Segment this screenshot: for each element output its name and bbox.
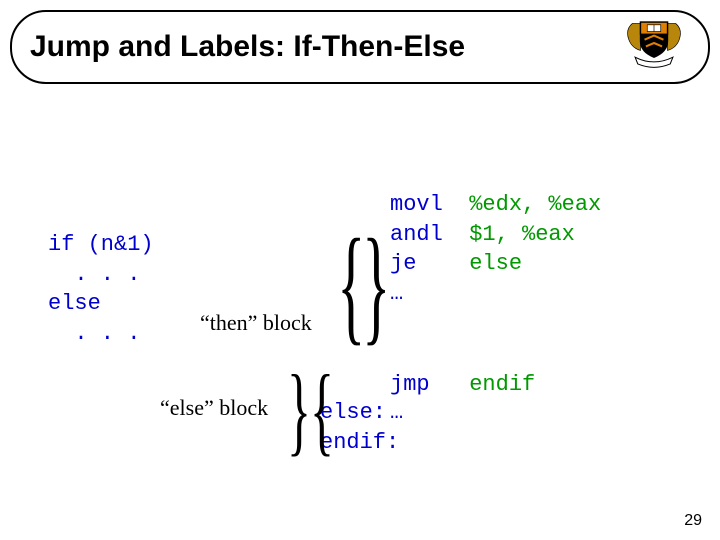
then-brace-right-icon: } (362, 210, 390, 360)
asm-bottom-block: jmp endif (390, 370, 535, 400)
then-block-label: “then” block (200, 310, 312, 336)
then-brace-left-icon: { (337, 210, 365, 360)
asm-top-block: movl %edx, %eax andl $1, %eax je else … (390, 190, 601, 309)
else-brace-left-icon: { (310, 352, 334, 467)
asm-b1-arg: endif (469, 372, 535, 397)
c-line-2: . . . (48, 262, 140, 287)
asm-b1-op: jmp (390, 372, 430, 397)
slide: Jump and Labels: If-Then-Else if (n&1) .… (0, 0, 720, 540)
else-block-label: “else” block (160, 395, 268, 421)
slide-title: Jump and Labels: If-Then-Else (30, 30, 465, 64)
asm-t2-op: andl (390, 222, 443, 247)
princeton-crest-icon (618, 14, 690, 68)
c-line-4: . . . (48, 321, 140, 346)
c-code-block: if (n&1) . . . else . . . (48, 230, 154, 349)
asm-t3-op: je (390, 251, 416, 276)
asm-t1-op: movl (390, 192, 443, 217)
else-brace-right-icon: } (287, 352, 311, 467)
c-line-3: else (48, 291, 101, 316)
asm-t3-arg: else (469, 251, 522, 276)
asm-t2-arg: $1, %eax (469, 222, 575, 247)
asm-t1-arg: %edx, %eax (469, 192, 601, 217)
page-number: 29 (684, 512, 702, 530)
asm-b2-op: … (390, 398, 403, 428)
title-bar: Jump and Labels: If-Then-Else (10, 10, 710, 84)
asm-t4-op: … (390, 281, 403, 306)
c-line-1: if (n&1) (48, 232, 154, 257)
